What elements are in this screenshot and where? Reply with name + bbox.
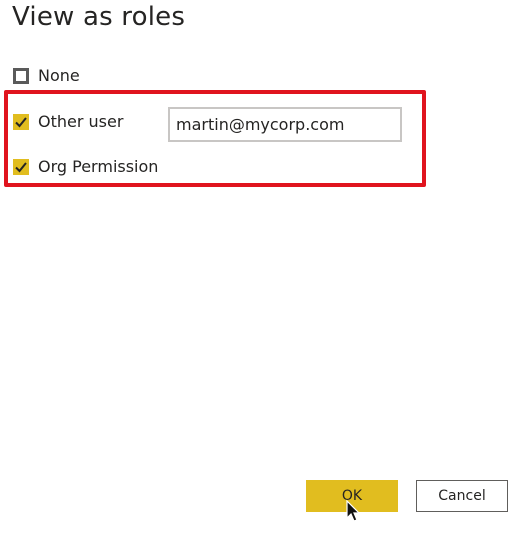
- org-permission-label: Org Permission: [38, 157, 159, 176]
- other-user-label: Other user: [38, 112, 124, 131]
- checkmark-icon: [15, 161, 27, 172]
- none-label: None: [38, 66, 80, 85]
- ok-button[interactable]: OK: [306, 480, 398, 512]
- view-as-roles-dialog: View as roles None Other user Org Permis…: [0, 0, 524, 535]
- option-org-permission[interactable]: Org Permission: [13, 157, 158, 176]
- checkmark-icon: [15, 116, 27, 127]
- org-permission-checkbox[interactable]: [13, 158, 29, 175]
- none-checkbox[interactable]: [13, 67, 29, 84]
- option-none[interactable]: None: [13, 66, 80, 85]
- cancel-button[interactable]: Cancel: [416, 480, 508, 512]
- other-user-email-input[interactable]: [168, 107, 402, 142]
- option-other-user[interactable]: Other user: [13, 112, 123, 131]
- dialog-title: View as roles: [12, 2, 186, 32]
- other-user-checkbox[interactable]: [13, 113, 29, 130]
